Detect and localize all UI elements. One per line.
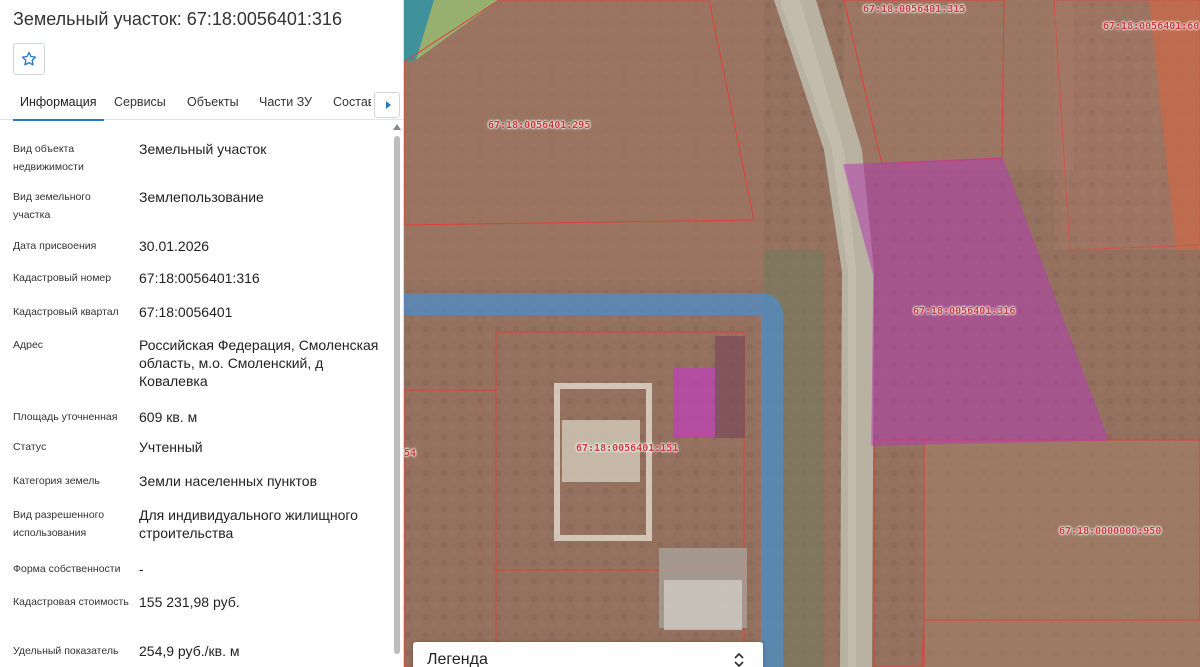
parcel-label[interactable]: 67:18:0056401:151 <box>576 443 678 454</box>
parcel-label[interactable]: 54 <box>404 448 416 459</box>
attribute-value: Земли населенных пунктов <box>139 473 318 489</box>
attribute-value: Российская Федерация, Смоленская область… <box>139 337 379 389</box>
attribute-value: 254,9 руб./кв. м <box>139 643 240 659</box>
attribute-label: Удельный показатель <box>13 645 119 657</box>
info-panel: Земельный участок: 67:18:0056401:316 Инф… <box>0 0 404 667</box>
scroll-up-arrow-icon[interactable] <box>393 124 401 130</box>
map-view[interactable]: 67:18:0056401:315 67:18:0056401:60 67:18… <box>404 0 1200 667</box>
attribute-label: Форма собственности <box>13 563 121 575</box>
attribute-value: - <box>139 561 144 577</box>
attribute-value: 155 231,98 руб. <box>139 594 240 610</box>
attribute-label: Вид разрешенного использования <box>13 509 105 539</box>
attribute-value: 67:18:0056401 <box>139 304 233 320</box>
page-title: Земельный участок: 67:18:0056401:316 <box>13 9 342 29</box>
attribute-value: 67:18:0056401:316 <box>139 270 260 286</box>
parcel-label[interactable]: 67:18:0000000:950 <box>1059 526 1161 537</box>
attribute-label: Кадастровый квартал <box>13 306 119 318</box>
tab-bar: Информация Сервисы Объекты Части ЗУ Сост… <box>0 84 403 121</box>
parcel-label[interactable]: 67:18:0056401:316 <box>913 306 1015 317</box>
legend-title: Легенда <box>427 651 488 667</box>
parcel-label[interactable]: 67:18:0056401:295 <box>488 120 590 131</box>
attribute-label: Вид объекта недвижимости <box>13 143 84 173</box>
legend-panel[interactable]: Легенда <box>413 642 763 667</box>
chevron-right-icon <box>385 101 391 109</box>
map-canvas <box>404 0 1200 667</box>
favorite-button[interactable] <box>13 43 45 75</box>
attribute-label: Адрес <box>13 339 44 351</box>
attribute-label: Статус <box>13 441 47 453</box>
attribute-list: Вид объекта недвижимости Земельный участ… <box>0 120 392 667</box>
panel-scrollbar[interactable] <box>392 124 402 667</box>
tab-parts[interactable]: Части ЗУ <box>259 84 312 120</box>
attribute-value: 30.01.2026 <box>139 238 210 254</box>
tab-composition[interactable]: Состав <box>333 84 371 120</box>
attribute-label: Кадастровая стоимость <box>13 596 129 608</box>
parcel-label[interactable]: 67:18:0056401:60 <box>1103 21 1199 32</box>
attribute-value: Для индивидуального жилищного строительс… <box>139 507 358 541</box>
attribute-label: Площадь уточненная <box>13 411 118 423</box>
star-outline-icon <box>21 51 37 66</box>
attribute-value: Землепользование <box>139 189 264 205</box>
attribute-value: 609 кв. м <box>139 409 198 425</box>
attribute-value: Земельный участок <box>139 141 267 157</box>
tab-objects[interactable]: Объекты <box>187 84 239 120</box>
tabs-scroll-right-button[interactable] <box>374 92 400 118</box>
attribute-value: Учтенный <box>139 439 203 455</box>
chevron-up-down-icon[interactable] <box>731 651 747 667</box>
scroll-thumb[interactable] <box>394 136 400 654</box>
tab-information[interactable]: Информация <box>13 84 104 121</box>
tab-services[interactable]: Сервисы <box>114 84 166 120</box>
attribute-label: Вид земельного участка <box>13 191 91 221</box>
attribute-label: Дата присвоения <box>13 240 97 252</box>
attribute-label: Категория земель <box>13 475 100 487</box>
parcel-label[interactable]: 67:18:0056401:315 <box>863 4 965 15</box>
attribute-label: Кадастровый номер <box>13 272 112 284</box>
